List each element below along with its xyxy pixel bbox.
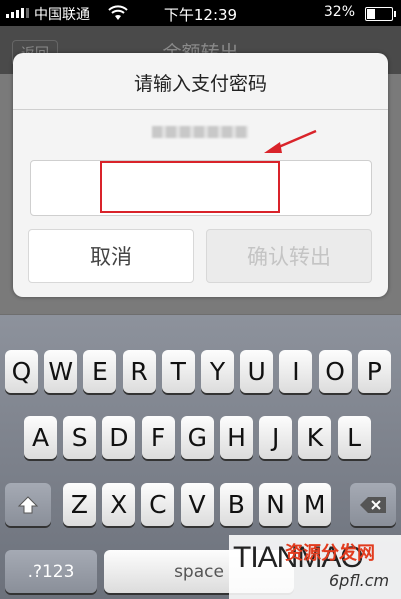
key-i[interactable]: I (279, 350, 313, 393)
key-e[interactable]: E (83, 350, 117, 393)
key-j[interactable]: J (259, 416, 293, 459)
watermark-cn: 资源分发网 (285, 543, 375, 564)
key-n[interactable]: N (259, 483, 292, 526)
key-d[interactable]: D (102, 416, 136, 459)
key-s[interactable]: S (63, 416, 97, 459)
key-t[interactable]: T (161, 350, 195, 393)
key-m[interactable]: M (298, 483, 332, 526)
key-v[interactable]: V (180, 483, 214, 526)
shift-icon (17, 495, 39, 513)
confirm-transfer-button[interactable]: 确认转出 (206, 229, 372, 283)
battery-icon (365, 7, 396, 21)
dialog-title: 请输入支付密码 (133, 73, 267, 95)
red-highlight-box (100, 161, 280, 213)
status-bar: 中国联通 下午12:39 32% (0, 0, 401, 26)
key-u[interactable]: U (240, 350, 274, 393)
cancel-button[interactable]: 取消 (28, 229, 194, 283)
key-p[interactable]: P (357, 350, 391, 393)
key-b[interactable]: B (219, 483, 253, 526)
key-f[interactable]: F (141, 416, 175, 459)
blurred-amount (152, 126, 248, 138)
key-q[interactable]: Q (5, 350, 38, 393)
watermark: TIANMAO 资源分发网 6pfl.cm (229, 535, 401, 599)
key-r[interactable]: R (122, 350, 156, 393)
key-x[interactable]: X (102, 483, 136, 526)
key-w[interactable]: W (44, 350, 78, 393)
key-l[interactable]: L (337, 416, 371, 459)
key-o[interactable]: O (318, 350, 352, 393)
delete-key[interactable] (350, 483, 396, 526)
key-z[interactable]: Z (63, 483, 96, 526)
key-h[interactable]: H (220, 416, 253, 459)
key-y[interactable]: Y (201, 350, 234, 393)
battery-percent: 32% (323, 4, 355, 20)
dialog-divider (13, 109, 388, 110)
key-c[interactable]: C (141, 483, 175, 526)
key-k[interactable]: K (298, 416, 332, 459)
key-a[interactable]: A (24, 416, 57, 459)
shift-key[interactable] (5, 483, 51, 526)
numbers-key[interactable]: .?123 (5, 550, 97, 593)
backspace-icon (360, 496, 386, 513)
red-arrow-icon (264, 129, 317, 153)
key-g[interactable]: G (180, 416, 214, 459)
watermark-url: 6pfl.cm (329, 571, 390, 590)
